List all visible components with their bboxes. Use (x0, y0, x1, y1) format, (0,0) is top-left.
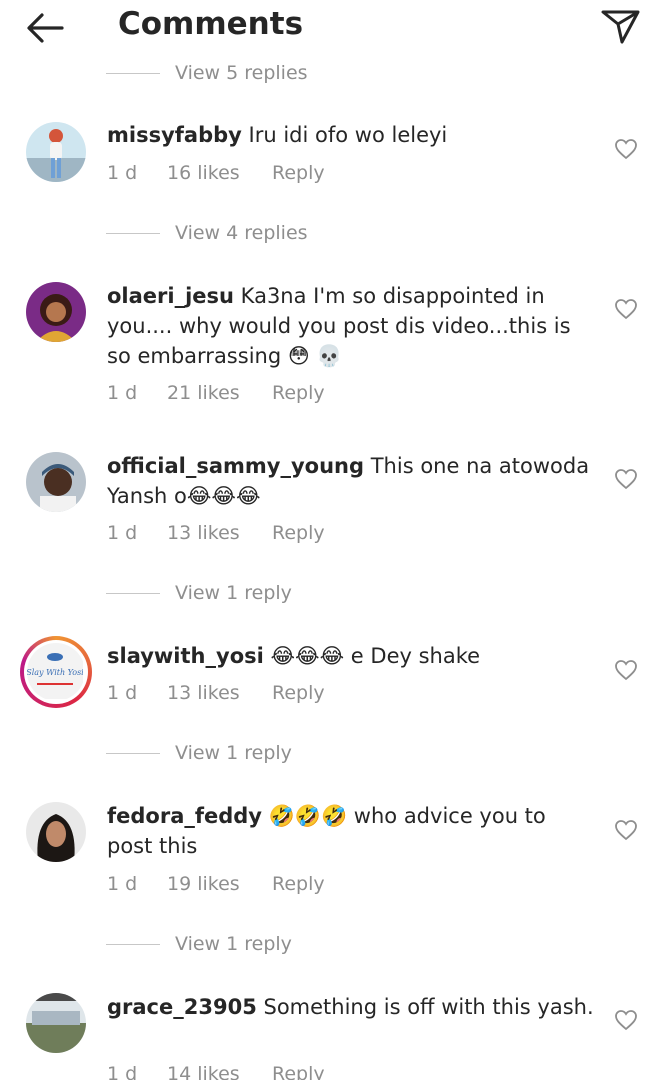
divider-line (106, 943, 160, 945)
username[interactable]: grace_23905 (107, 995, 257, 1019)
avatar[interactable] (26, 122, 86, 182)
comment-time: 1 d (107, 873, 138, 895)
view-replies-link[interactable]: View 1 reply (106, 578, 292, 608)
arrow-left-icon (27, 13, 64, 43)
reply-button[interactable]: Reply (272, 382, 325, 404)
comment-time: 1 d (107, 682, 138, 704)
comment-meta: 1 d 13 likes Reply (107, 519, 325, 547)
top-bar: Comments (0, 0, 672, 58)
avatar-logo-text: Slay With Yosi (27, 668, 83, 677)
view-replies-link[interactable]: View 5 replies (106, 58, 308, 88)
divider-line (106, 592, 160, 594)
divider-line (106, 232, 160, 234)
reply-button[interactable]: Reply (272, 1063, 325, 1080)
heart-icon[interactable] (614, 1009, 638, 1031)
heart-icon[interactable] (614, 138, 638, 160)
heart-icon[interactable] (614, 468, 638, 490)
username[interactable]: official_sammy_young (107, 454, 364, 478)
comments-list[interactable]: View 5 replies missyfabby Iru idi ofo wo… (0, 0, 672, 1080)
likes-count[interactable]: 16 likes (167, 162, 272, 184)
reply-button[interactable]: Reply (272, 873, 325, 895)
comment-time: 1 d (107, 382, 138, 404)
likes-count[interactable]: 13 likes (167, 682, 272, 704)
comment-text: slaywith_yosi 😂😂😂 e Dey shake (107, 644, 481, 668)
avatar[interactable]: Slay With Yosi (20, 636, 92, 708)
comment-meta: 1 d 19 likes Reply (107, 870, 325, 898)
likes-count[interactable]: 21 likes (167, 382, 272, 404)
comment-text: fedora_feddy 🤣🤣🤣 who advice you to post … (107, 804, 546, 858)
comment-meta: 1 d 14 likes Reply (107, 1060, 325, 1080)
comment-text: grace_23905 Something is off with this y… (107, 995, 594, 1019)
comment-time: 1 d (107, 1063, 138, 1080)
likes-count[interactable]: 14 likes (167, 1063, 272, 1080)
comment-time: 1 d (107, 522, 138, 544)
username[interactable]: missyfabby (107, 123, 242, 147)
comment-meta: 1 d 13 likes Reply (107, 679, 325, 707)
comment-time: 1 d (107, 162, 138, 184)
avatar[interactable] (26, 802, 86, 862)
view-replies-link[interactable]: View 1 reply (106, 738, 292, 768)
back-button[interactable] (22, 8, 70, 48)
avatar[interactable] (26, 993, 86, 1053)
view-replies-link[interactable]: View 1 reply (106, 929, 292, 959)
heart-icon[interactable] (614, 298, 638, 320)
heart-icon[interactable] (614, 819, 638, 841)
reply-button[interactable]: Reply (272, 682, 325, 704)
username[interactable]: olaeri_jesu (107, 284, 234, 308)
comment-text: missyfabby Iru idi ofo wo leleyi (107, 123, 448, 147)
reply-button[interactable]: Reply (272, 522, 325, 544)
divider-line (106, 72, 160, 74)
share-button[interactable] (598, 6, 644, 46)
avatar[interactable] (26, 452, 86, 512)
view-replies-link[interactable]: View 4 replies (106, 218, 308, 248)
username[interactable]: fedora_feddy (107, 804, 262, 828)
comment-meta: 1 d 16 likes Reply (107, 159, 325, 187)
avatar[interactable] (26, 282, 86, 342)
comment-meta: 1 d 21 likes Reply (107, 379, 325, 407)
likes-count[interactable]: 13 likes (167, 522, 272, 544)
likes-count[interactable]: 19 likes (167, 873, 272, 895)
reply-button[interactable]: Reply (272, 162, 325, 184)
comment-text: olaeri_jesu Ka3na I'm so disappointed in… (107, 284, 571, 368)
paper-plane-icon (601, 10, 640, 44)
username[interactable]: slaywith_yosi (107, 644, 264, 668)
divider-line (106, 752, 160, 754)
page-title: Comments (118, 6, 304, 42)
comment-text: official_sammy_young This one na atowoda… (107, 454, 590, 508)
heart-icon[interactable] (614, 659, 638, 681)
